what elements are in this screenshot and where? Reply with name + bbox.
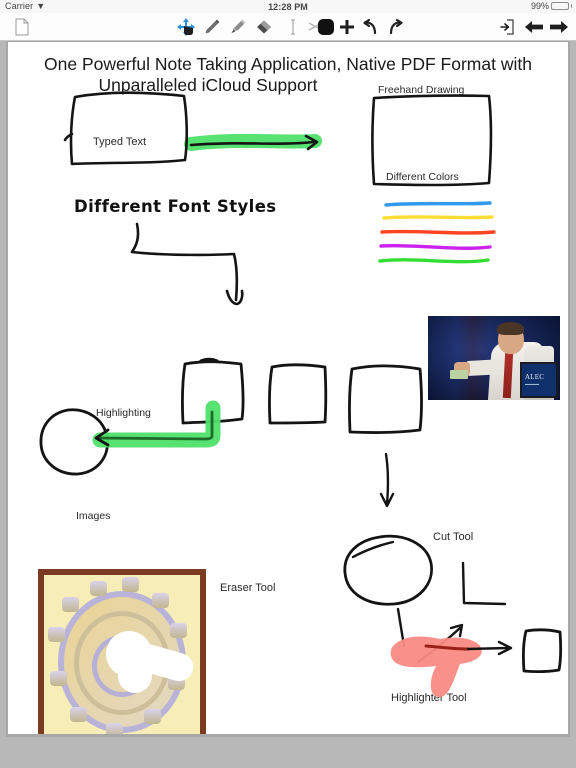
shape-circle-cut-tool [343, 534, 433, 606]
ornament-knob [144, 709, 161, 724]
arrow-highlighter-tool [466, 646, 510, 651]
color-line-magenta [379, 243, 492, 250]
arrowhead-highlighter-tool [497, 640, 513, 656]
arrowhead-highlighting [94, 428, 110, 447]
redo-icon[interactable] [382, 17, 408, 37]
arrowhead-elbow [225, 289, 244, 306]
color-line-green [378, 258, 490, 264]
next-page-icon[interactable] [549, 17, 569, 37]
cut-tick-mark [396, 607, 406, 648]
ornament-knob [62, 597, 79, 612]
label-images: Images [76, 510, 111, 522]
toolbar [0, 13, 576, 41]
highlight-stroke-green-top [184, 133, 322, 151]
arrow-elbow-to-squares [130, 222, 239, 302]
shape-square-2 [268, 363, 328, 425]
photo-screen-subtext: ▬▬▬▬ [525, 382, 539, 386]
ornament-knob [152, 593, 169, 608]
ornament-knob [106, 723, 123, 734]
arrow-typed-text [189, 140, 315, 147]
cut-slash-line [351, 540, 395, 559]
erased-area [118, 659, 152, 693]
label-highlighting: Highlighting [96, 407, 151, 419]
ornament-knob [122, 577, 139, 592]
label-highlighter-tool: Highlighter Tool [391, 692, 467, 704]
status-bar: Carrier ▼ 12:28 PM 99% [0, 0, 576, 13]
move-tool-icon[interactable] [176, 17, 196, 37]
ornament-photo[interactable] [38, 569, 206, 734]
highlight-blob-pink [390, 636, 482, 698]
ornament-canvas [44, 575, 200, 734]
ornament-knob [170, 623, 187, 638]
highlighter-stroke-red [424, 644, 470, 651]
shape-square-1 [181, 360, 245, 425]
battery-icon [551, 2, 569, 10]
arrow-to-cut-corner [416, 626, 462, 664]
color-line-red [380, 229, 496, 235]
battery-percent-label: 99% [530, 1, 549, 11]
export-icon[interactable] [498, 17, 518, 37]
photo-screen-logo: ALEC [525, 373, 545, 381]
shape-square-final [522, 628, 563, 674]
shape-square-3 [348, 364, 423, 434]
pen-tool-icon[interactable] [202, 17, 222, 37]
speaker-photo[interactable]: ALEC ▬▬▬▬ [428, 316, 560, 400]
previous-page-icon[interactable] [524, 17, 544, 37]
shape-square-1-lid [199, 357, 219, 363]
ornament-knob [48, 627, 65, 642]
note-page[interactable]: One Powerful Note Taking Application, Na… [8, 42, 568, 734]
shape-circle-highlighting [39, 408, 109, 476]
add-icon[interactable] [334, 17, 360, 37]
shape-cut-corner [461, 561, 507, 606]
ornament-knob [90, 581, 107, 596]
arrowhead-to-cut-corner [449, 623, 464, 638]
label-freehand-drawing: Freehand Drawing [378, 84, 465, 96]
label-different-colors: Different Colors [386, 171, 459, 183]
shape-typed-text-box [69, 91, 189, 166]
battery-cap-icon [571, 4, 572, 8]
arrowhead-to-cut-circle [379, 492, 395, 508]
document-icon[interactable] [12, 17, 32, 37]
page-title-line-1: One Powerful Note Taking Application, Na… [44, 54, 532, 74]
text-tool-icon[interactable] [283, 17, 303, 37]
color-line-yellow [382, 215, 494, 220]
photo-stage-screen: ALEC ▬▬▬▬ [520, 362, 558, 398]
shape-typed-text-box-tail [63, 132, 74, 142]
status-time: 12:28 PM [268, 2, 308, 12]
photo-hair [497, 322, 524, 335]
page-title-line-2: Unparalleled iCloud Support [98, 75, 318, 95]
highlighter-tool-icon[interactable] [228, 17, 248, 37]
label-cut-tool: Cut Tool [433, 531, 474, 543]
color-line-blue [384, 201, 492, 207]
label-different-font-styles: Different Font Styles [74, 197, 277, 216]
label-typed-text: Typed Text [93, 136, 146, 148]
battery-group: 99% [531, 1, 572, 11]
arrow-to-cut-circle [384, 452, 390, 506]
ornament-knob [70, 707, 87, 722]
undo-icon[interactable] [358, 17, 384, 37]
photo-arm [463, 358, 509, 377]
arrowhead-typed-text [304, 134, 319, 151]
label-eraser-tool: Eraser Tool [220, 582, 276, 594]
eraser-tool-icon[interactable] [254, 17, 274, 37]
photo-banknote [450, 370, 468, 379]
ornament-knob [50, 671, 67, 686]
